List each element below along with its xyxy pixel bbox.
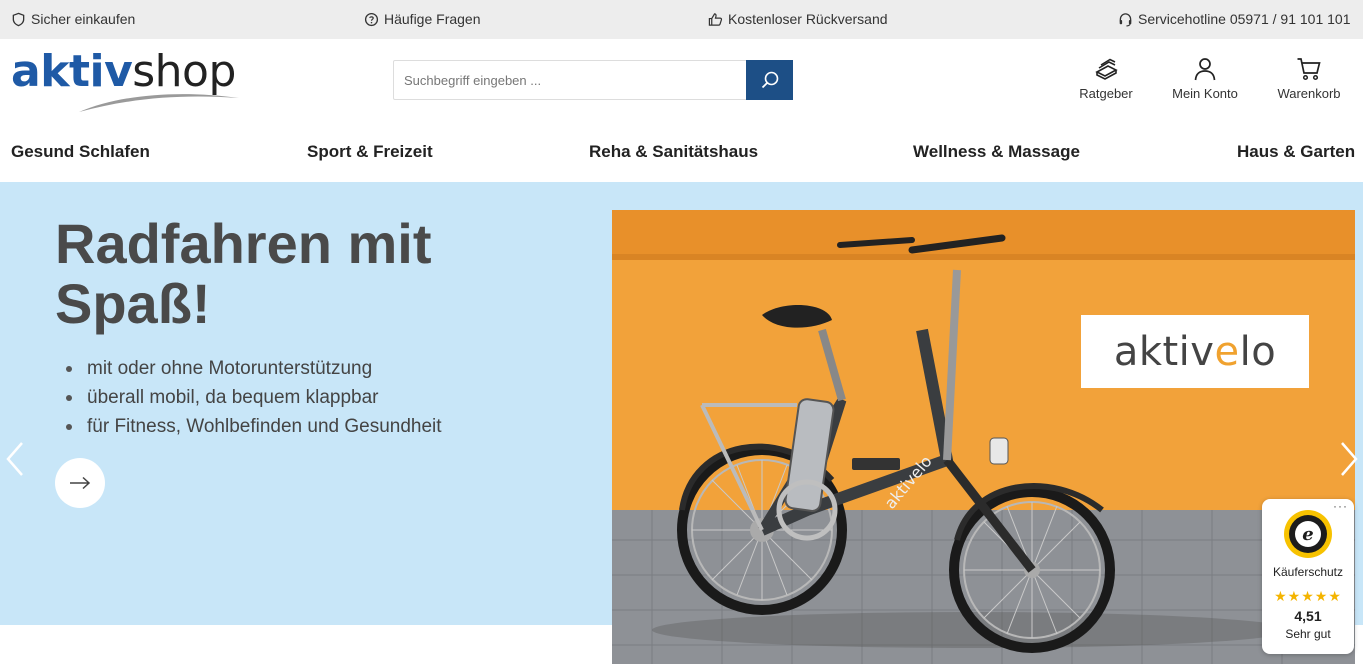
rating-stars: ★★★★★ (1274, 588, 1342, 604)
search-input[interactable] (394, 61, 746, 99)
brand-part-aktiv: aktiv (1113, 328, 1215, 375)
cart-icon (1297, 58, 1321, 81)
account-label: Mein Konto (1172, 86, 1238, 101)
arrow-right-icon (70, 476, 91, 490)
book-icon (1095, 58, 1118, 80)
rating-text: Sehr gut (1285, 627, 1331, 641)
nav-item-gesund-schlafen[interactable]: Gesund Schlafen (11, 142, 150, 162)
search-box (393, 60, 793, 100)
topbar-free-returns[interactable]: Kostenloser Rückversand (708, 11, 888, 27)
nav-item-haus-garten[interactable]: Haus & Garten (1237, 142, 1355, 162)
topbar-label: Häufige Fragen (384, 11, 481, 27)
hero-title: Radfahren mit Spaß! (55, 212, 432, 335)
search-button[interactable] (746, 60, 793, 100)
topbar-faq[interactable]: Häufige Fragen (364, 11, 481, 27)
nav-item-wellness-massage[interactable]: Wellness & Massage (913, 142, 1080, 162)
cart-link[interactable]: Warenkorb (1273, 56, 1345, 101)
headset-icon (1119, 12, 1132, 26)
logo-swoosh-icon (79, 94, 239, 112)
hero-cta-button[interactable] (55, 458, 105, 508)
question-icon (364, 12, 379, 26)
hero-product-image[interactable]: aktivelo (612, 210, 1355, 664)
site-logo[interactable]: aktivshop (11, 46, 239, 116)
topbar-secure-shopping[interactable]: Sicher einkaufen (11, 11, 135, 27)
buyer-protection-label: Käuferschutz (1272, 565, 1344, 579)
trusted-shops-seal-icon: e (1284, 510, 1332, 558)
brand-part-e: e (1214, 328, 1240, 375)
cart-label: Warenkorb (1277, 86, 1341, 101)
thumbs-up-icon (708, 12, 723, 26)
advisor-link[interactable]: Ratgeber (1074, 56, 1138, 101)
advisor-label: Ratgeber (1079, 86, 1133, 101)
topbar-hotline[interactable]: Servicehotline 05971 / 91 101 101 (1118, 11, 1351, 27)
hero-bullet-list: mit oder ohne Motorunterstützung überall… (66, 354, 442, 441)
rating-score: 4,51 (1294, 608, 1322, 624)
top-info-bar: Sicher einkaufen Häufige Fragen Kostenlo… (0, 0, 1363, 39)
list-item: überall mobil, da bequem klappbar (66, 383, 442, 412)
aktivelo-brand-logo: aktiv e lo (1081, 315, 1309, 388)
nav-item-reha-sanitaetshaus[interactable]: Reha & Sanitätshaus (589, 142, 758, 162)
nav-item-sport-freizeit[interactable]: Sport & Freizeit (307, 142, 433, 162)
slider-next-icon[interactable] (1338, 440, 1360, 478)
topbar-label: Sicher einkaufen (31, 11, 136, 27)
more-options-icon[interactable]: ··· (1333, 499, 1348, 513)
list-item: für Fitness, Wohlbefinden und Gesundheit (66, 412, 442, 441)
account-link[interactable]: Mein Konto (1167, 56, 1243, 101)
brand-part-lo: lo (1239, 328, 1277, 375)
topbar-label: Servicehotline 05971 / 91 101 101 (1138, 11, 1351, 27)
svg-text:e: e (1302, 524, 1313, 545)
shield-icon (12, 12, 25, 26)
user-icon (1194, 58, 1216, 81)
topbar-label: Kostenloser Rückversand (728, 11, 888, 27)
slider-prev-icon[interactable] (4, 440, 26, 478)
folding-ebike-illustration: aktivelo (612, 210, 1355, 664)
trusted-shops-badge[interactable]: ··· e Käuferschutz ★★★★★ 4,51 Sehr gut (1262, 499, 1354, 654)
list-item: mit oder ohne Motorunterstützung (66, 354, 442, 383)
search-icon (761, 71, 778, 89)
